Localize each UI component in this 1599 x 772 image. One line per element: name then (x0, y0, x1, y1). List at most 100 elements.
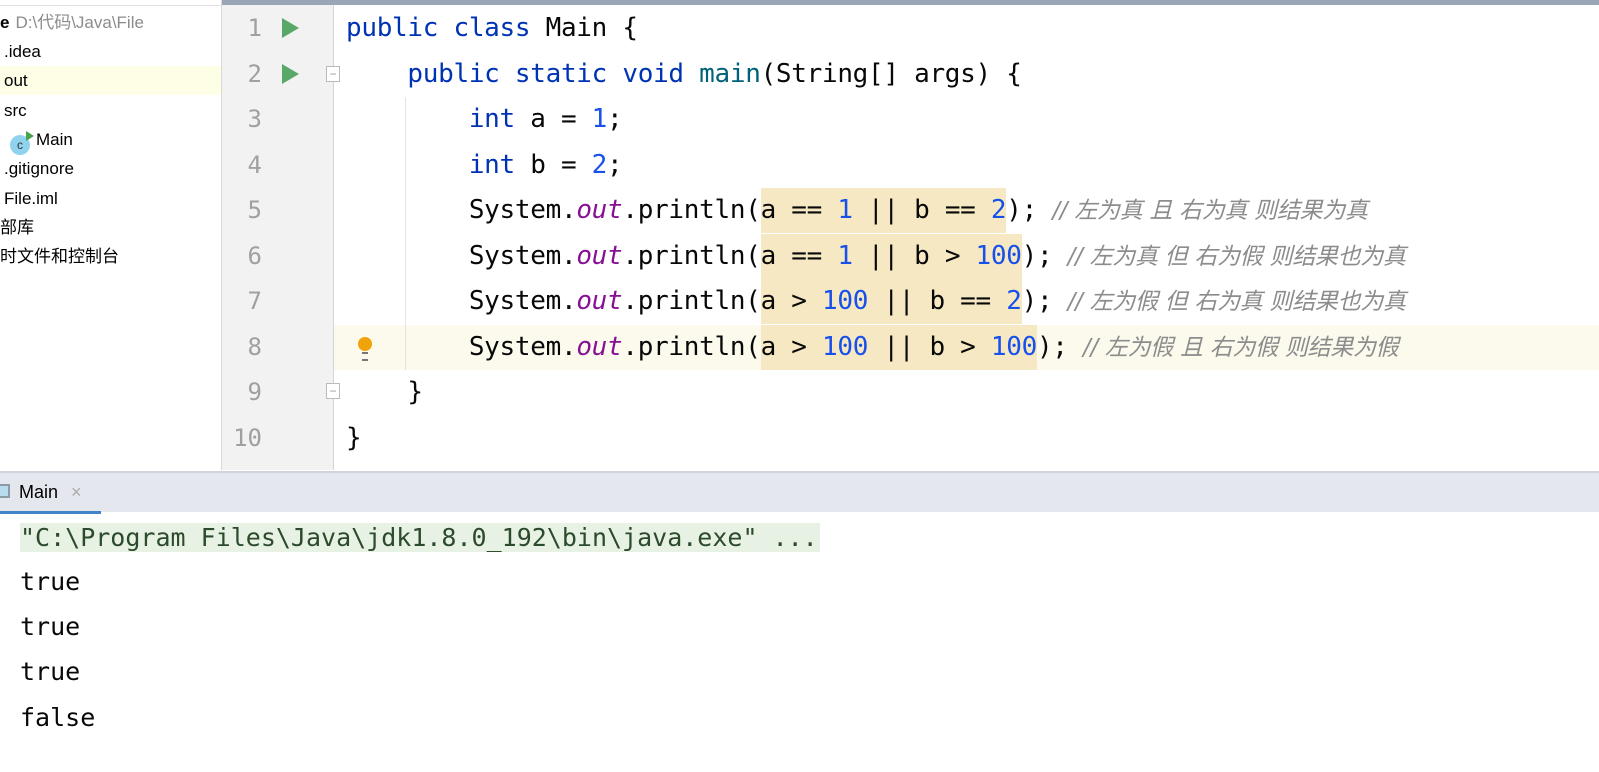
divider (0, 0, 221, 6)
tree-item[interactable]: src (0, 96, 221, 125)
code-token: out (576, 195, 623, 225)
code-token: 2 (1006, 286, 1022, 316)
tab-label: Main (19, 482, 59, 502)
usage-highlight: a > 100 || b > 100 (760, 324, 1037, 370)
project-root-name: e (0, 13, 10, 32)
console-line: false (20, 703, 96, 732)
run-main-icon[interactable] (282, 64, 299, 84)
tree-item-label: .idea (4, 42, 41, 61)
code-token: a > (760, 286, 822, 316)
tree-item[interactable]: File.iml (0, 184, 221, 213)
code-comment: // 左为假 但 右为真 则结果也为真 (1067, 289, 1406, 315)
code-line[interactable]: int b = 2; (346, 143, 623, 188)
tab-main[interactable]: Main × (0, 473, 101, 514)
code-line[interactable]: System.out.println(a == 1 || b == 2); //… (346, 188, 1368, 233)
code-line[interactable]: public class Main { (346, 6, 638, 51)
project-root[interactable]: e D:\代码\Java\File (0, 8, 221, 37)
code-token: 1 (837, 240, 853, 271)
fold-end-icon[interactable]: − (326, 383, 340, 399)
code-token: a = (530, 104, 592, 134)
code-token: Main { (545, 13, 638, 43)
code-token: a > (760, 331, 822, 362)
tree-item-label: File.iml (4, 188, 58, 208)
code-token: System. (346, 240, 577, 271)
code-line[interactable]: } (346, 416, 362, 461)
code-token: public static void (346, 58, 700, 89)
tree-item[interactable]: c Main (0, 125, 221, 155)
line-number: 9 (247, 378, 262, 406)
code-token: || b == (852, 195, 991, 225)
code-token: main (699, 58, 761, 89)
code-line[interactable]: int a = 1; (346, 97, 623, 142)
close-icon[interactable]: × (71, 482, 82, 503)
tree-item-label: out (4, 71, 28, 91)
code-editor[interactable]: − − 1 2 3 4 5 6 7 8 9 10 public class Main { publ… (222, 0, 1599, 470)
line-number: 6 (247, 241, 262, 270)
code-comment: // 左为真 且 右为真 则结果为真 (1052, 198, 1368, 224)
tree-item[interactable]: 时文件和控制台 (0, 242, 221, 271)
code-line[interactable]: System.out.println(a > 100 || b == 2); /… (346, 279, 1406, 324)
code-token: ); (1021, 240, 1068, 271)
code-token: out (576, 286, 623, 316)
code-token: 2 (591, 149, 608, 180)
line-number: 4 (247, 150, 262, 179)
line-number: 1 (247, 14, 262, 42)
code-token: 100 (990, 331, 1037, 362)
code-line[interactable]: System.out.println(a == 1 || b > 100); /… (346, 233, 1406, 279)
console-line: true (20, 567, 81, 596)
console-line: true (20, 657, 81, 686)
code-comment: // 左为真 但 右为假 则结果也为真 (1067, 243, 1406, 270)
java-class-icon: c (10, 130, 34, 155)
tree-item-label: src (4, 100, 27, 120)
code-token: 100 (821, 331, 869, 362)
tree-item-label: 部库 (0, 217, 34, 237)
console-line: true (20, 612, 81, 641)
tree-item[interactable]: .gitignore (0, 154, 221, 183)
code-token: ); (1006, 195, 1053, 225)
code-token: a == (760, 195, 838, 225)
code-token: .println( (622, 286, 761, 316)
code-token: System. (346, 331, 577, 362)
console-command: "C:\Program Files\Java\jdk1.8.0_192\bin\… (20, 523, 820, 552)
code-token: ; (607, 149, 623, 180)
fold-icon[interactable]: − (326, 66, 340, 82)
code-token: .println( (622, 195, 761, 225)
code-token: int (346, 104, 531, 134)
code-token: a == (760, 240, 838, 271)
tree-item-label: 时文件和控制台 (0, 247, 119, 267)
tree-item-label: .gitignore (4, 159, 74, 179)
code-token: 2 (990, 195, 1007, 225)
line-number: 8 (247, 332, 262, 361)
run-class-icon[interactable] (282, 18, 299, 38)
code-token: int (346, 149, 531, 180)
tree-item-label: Main (36, 129, 73, 149)
code-token: ); (1021, 286, 1068, 316)
code-comment: // 左为假 且 右为假 则结果为假 (1083, 334, 1399, 361)
code-token: 1 (837, 195, 853, 225)
tree-item[interactable]: 部库 (0, 213, 221, 242)
code-token: || b > (852, 240, 976, 271)
usage-highlight: a == 1 || b > 100 (760, 233, 1022, 279)
code-line[interactable]: } (346, 370, 423, 415)
line-number: 7 (247, 287, 262, 315)
line-number: 5 (247, 196, 262, 224)
active-tab-indicator (0, 511, 101, 514)
code-token: out (576, 331, 623, 362)
code-line[interactable]: System.out.println(a > 100 || b > 100); … (346, 324, 1399, 370)
code-token: b = (530, 149, 592, 180)
usage-highlight: a > 100 || b == 2 (760, 279, 1022, 324)
code-token: 100 (821, 286, 869, 316)
line-number: 10 (233, 423, 262, 452)
line-number: 3 (247, 105, 262, 133)
code-token: 1 (591, 104, 608, 134)
code-token: System. (346, 195, 577, 225)
code-token: (String[] args) { (760, 58, 1022, 89)
tree-item[interactable]: .idea (0, 37, 221, 66)
code-token: System. (346, 286, 577, 316)
line-number: 2 (247, 59, 262, 88)
usage-highlight: a == 1 || b == 2 (760, 188, 1007, 233)
code-line[interactable]: public static void main(String[] args) { (346, 52, 1022, 97)
tree-item[interactable]: out (0, 66, 221, 96)
code-token: out (576, 240, 623, 271)
code-token: .println( (622, 331, 761, 362)
